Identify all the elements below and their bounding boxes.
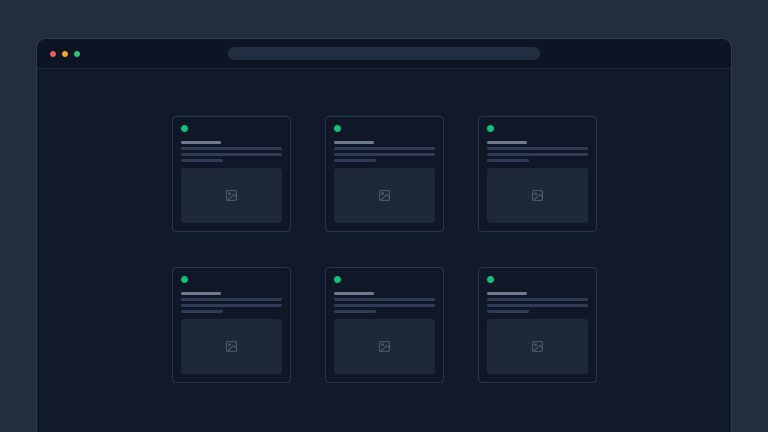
status-dot	[487, 125, 494, 132]
skeleton-text-line	[334, 159, 376, 162]
image-icon	[225, 189, 238, 202]
skeleton-text-line	[181, 310, 223, 313]
status-dot	[487, 276, 494, 283]
address-bar[interactable]	[228, 47, 540, 60]
skeleton-text-line	[487, 147, 588, 150]
skeleton-text-line	[487, 298, 588, 301]
skeleton-title-line	[334, 141, 374, 144]
image-placeholder	[181, 168, 282, 223]
status-dot	[181, 125, 188, 132]
skeleton-text-line	[181, 153, 282, 156]
skeleton-title-line	[334, 292, 374, 295]
window-controls	[50, 39, 80, 68]
card[interactable]	[172, 116, 291, 232]
skeleton-text-line	[334, 147, 435, 150]
image-icon	[378, 189, 391, 202]
skeleton-title-line	[181, 141, 221, 144]
close-button-icon[interactable]	[50, 51, 56, 57]
card-grid	[172, 116, 597, 383]
skeleton-text-line	[181, 159, 223, 162]
status-dot	[181, 276, 188, 283]
skeleton-text-line	[487, 153, 588, 156]
skeleton-text-line	[181, 304, 282, 307]
image-icon	[531, 189, 544, 202]
page-content	[37, 69, 731, 383]
skeleton-text-line	[334, 304, 435, 307]
image-icon	[225, 340, 238, 353]
skeleton-title-line	[487, 141, 527, 144]
image-placeholder	[487, 319, 588, 374]
card[interactable]	[325, 116, 444, 232]
browser-window	[36, 38, 732, 432]
image-placeholder	[334, 319, 435, 374]
image-placeholder	[334, 168, 435, 223]
image-placeholder	[487, 168, 588, 223]
card[interactable]	[478, 116, 597, 232]
status-dot	[334, 276, 341, 283]
skeleton-text-line	[487, 304, 588, 307]
skeleton-text-line	[181, 298, 282, 301]
image-placeholder	[181, 319, 282, 374]
skeleton-text-line	[487, 159, 529, 162]
card[interactable]	[478, 267, 597, 383]
image-icon	[378, 340, 391, 353]
skeleton-title-line	[487, 292, 527, 295]
skeleton-text-line	[487, 310, 529, 313]
skeleton-text-line	[181, 147, 282, 150]
skeleton-text-line	[334, 153, 435, 156]
skeleton-text-line	[334, 298, 435, 301]
status-dot	[334, 125, 341, 132]
image-icon	[531, 340, 544, 353]
minimize-button-icon[interactable]	[62, 51, 68, 57]
zoom-button-icon[interactable]	[74, 51, 80, 57]
window-titlebar[interactable]	[37, 39, 731, 69]
card[interactable]	[172, 267, 291, 383]
skeleton-text-line	[334, 310, 376, 313]
skeleton-title-line	[181, 292, 221, 295]
card[interactable]	[325, 267, 444, 383]
